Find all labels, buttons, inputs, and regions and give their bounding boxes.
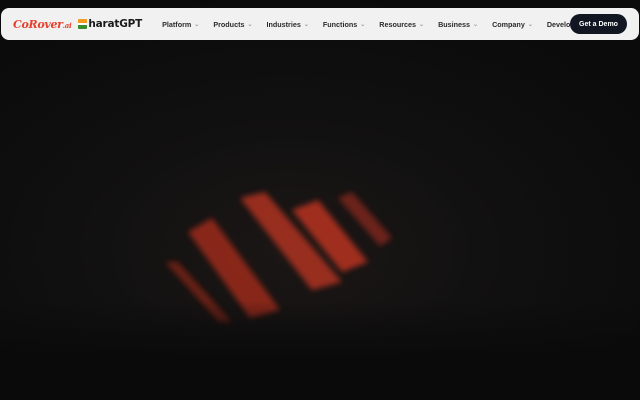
nav-item-label: Company xyxy=(492,19,525,29)
nav-item-label: Platform xyxy=(162,19,192,29)
bharatgpt-logo[interactable]: haratGPT xyxy=(78,18,142,30)
page: CoRover.ai haratGPT Platform ⌄ Products ⌄ … xyxy=(0,0,640,400)
chevron-down-icon: ⌄ xyxy=(473,21,479,28)
corover-logo-text: CoRover xyxy=(13,17,63,31)
nav-item-label: Business xyxy=(438,19,471,29)
top-navbar: CoRover.ai haratGPT Platform ⌄ Products ⌄ … xyxy=(1,8,639,40)
bharatgpt-logo-suffix: GPT xyxy=(119,18,143,30)
get-a-demo-button[interactable]: Get a Demo xyxy=(570,14,627,34)
bharatgpt-logo-word: harat xyxy=(88,18,120,30)
chevron-down-icon: ⌄ xyxy=(194,21,200,28)
bharatgpt-logo-text: haratGPT xyxy=(88,18,142,30)
nav-item-label: Industries xyxy=(266,19,301,29)
nav-item-business[interactable]: Business ⌄ xyxy=(438,20,478,29)
nav-item-platform[interactable]: Platform ⌄ xyxy=(162,20,199,29)
nav-item-resources[interactable]: Resources ⌄ xyxy=(379,20,424,29)
nav-item-label: Resources xyxy=(379,19,417,29)
corover-logo[interactable]: CoRover.ai xyxy=(13,17,72,31)
nav-item-functions[interactable]: Functions ⌄ xyxy=(323,20,365,29)
chevron-down-icon: ⌄ xyxy=(360,21,366,28)
nav-item-products[interactable]: Products ⌄ xyxy=(213,20,252,29)
chevron-down-icon: ⌄ xyxy=(527,21,533,28)
nav-item-industries[interactable]: Industries ⌄ xyxy=(267,20,309,29)
nav-item-label: Functions xyxy=(322,19,358,29)
chevron-down-icon: ⌄ xyxy=(303,21,309,28)
chevron-down-icon: ⌄ xyxy=(419,21,425,28)
bottom-fade xyxy=(0,300,640,400)
nav-item-label: Products xyxy=(213,19,245,29)
main-menu: Platform ⌄ Products ⌄ Industries ⌄ Function… xyxy=(162,20,608,29)
chevron-down-icon: ⌄ xyxy=(247,21,253,28)
nav-item-company[interactable]: Company ⌄ xyxy=(492,20,533,29)
bharat-flag-icon xyxy=(78,19,88,29)
corover-logo-suffix: .ai xyxy=(62,20,72,30)
